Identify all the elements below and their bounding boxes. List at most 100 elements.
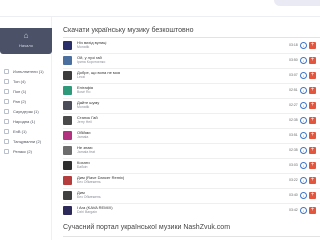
track-artist[interactable]: Без Обмежень	[77, 195, 101, 200]
row-divider	[63, 128, 320, 129]
plus-icon[interactable]: +	[309, 132, 316, 139]
relax-icon	[4, 149, 9, 154]
dance-icon	[4, 139, 9, 144]
portal-heading: Сучасний портал української музики NashZ…	[63, 224, 231, 231]
track-artist[interactable]: Бабкін	[77, 165, 88, 170]
track-cover	[63, 146, 72, 155]
track-artist[interactable]: Leczi	[77, 75, 85, 80]
row-divider	[63, 68, 320, 69]
row-divider	[63, 98, 320, 99]
plus-icon[interactable]: +	[309, 177, 316, 184]
track-cover	[63, 41, 72, 50]
track-row[interactable]: Епітафія Bosé Ro 02:51 ↓ +	[63, 85, 320, 97]
plus-icon[interactable]: +	[309, 207, 316, 214]
folk-icon	[4, 119, 9, 124]
track-row[interactable]: I Ara (KAVA REMIX) Dzhi Bargain 03:42 ↓ …	[63, 205, 320, 217]
sidebar-item-artists[interactable]: Изпълнители (1)	[4, 67, 52, 76]
track-cover	[63, 56, 72, 65]
track-artist[interactable]: Monatik	[77, 105, 89, 110]
track-row[interactable]: Дим Без Обмежень 03:40 ↓ +	[63, 190, 320, 202]
track-row[interactable]: Добре, що вона не моя Leczi 03:07 ↓ +	[63, 70, 320, 82]
sidebar-item-label: Рап (2)	[13, 99, 26, 104]
sidebar-item-soundtrack[interactable]: Саундтрак (1)	[4, 107, 52, 116]
track-duration: 02:51	[289, 88, 298, 92]
track-row[interactable]: Дайте шуму Monatik 02:27 ↓ +	[63, 100, 320, 112]
track-cover	[63, 101, 72, 110]
sidebar: ⌂ Начало Изпълнители (1) Топ (4) Поп (1)…	[0, 17, 52, 240]
account-button[interactable]	[274, 0, 320, 6]
music-icon	[4, 89, 9, 94]
track-cover	[63, 71, 72, 80]
row-divider	[63, 203, 320, 204]
download-icon[interactable]: ↓	[300, 162, 307, 169]
download-icon[interactable]: ↓	[300, 147, 307, 154]
track-row[interactable]: Кохати Бабкін 03:03 ↓ +	[63, 160, 320, 172]
sidebar-home[interactable]: ⌂ Начало	[0, 28, 52, 54]
track-cover	[63, 191, 72, 200]
download-icon[interactable]: ↓	[300, 102, 307, 109]
sidebar-item-label: Поп (1)	[13, 89, 27, 94]
sidebar-item-label: Изпълнители (1)	[13, 69, 44, 74]
sidebar-item-dance[interactable]: Танцувални (2)	[4, 137, 52, 146]
plus-icon[interactable]: +	[309, 72, 316, 79]
download-icon[interactable]: ↓	[300, 207, 307, 214]
plus-icon[interactable]: +	[309, 147, 316, 154]
track-row[interactable]: Ой, у лузі гай Ірина Коротоєнко 03:50 ↓ …	[63, 55, 320, 67]
track-duration: 03:07	[289, 73, 298, 77]
title-divider	[63, 37, 320, 38]
row-divider	[63, 158, 320, 159]
track-row[interactable]: Дим (Rave Dancer Remix) Без Обмежень 03:…	[63, 175, 320, 187]
track-cover	[63, 206, 72, 215]
sidebar-item-enb[interactable]: EnB (1)	[4, 127, 52, 136]
track-artist[interactable]: Jamala	[77, 135, 88, 140]
track-duration: 03:42	[289, 208, 298, 212]
plus-icon[interactable]: +	[309, 42, 316, 49]
plus-icon[interactable]: +	[309, 57, 316, 64]
track-row[interactable]: Не знаю Jamala feat 02:35 ↓ +	[63, 145, 320, 157]
download-icon[interactable]: ↓	[300, 87, 307, 94]
mic-icon	[4, 99, 9, 104]
note-icon	[4, 129, 9, 134]
track-artist[interactable]: Jamala feat	[77, 150, 95, 155]
plus-icon[interactable]: +	[309, 117, 316, 124]
row-divider	[63, 143, 320, 144]
plus-icon[interactable]: +	[309, 192, 316, 199]
track-row[interactable]: Станок Гай Jerry Heil 02:35 ↓ +	[63, 115, 320, 127]
plus-icon[interactable]: +	[309, 162, 316, 169]
download-icon[interactable]: ↓	[300, 192, 307, 199]
user-icon	[4, 69, 9, 74]
sidebar-item-label: Релакс (2)	[13, 149, 32, 154]
track-artist[interactable]: Ірина Коротоєнко	[77, 60, 105, 65]
track-duration: 02:35	[289, 148, 298, 152]
sidebar-item-pop[interactable]: Поп (1)	[4, 87, 52, 96]
sidebar-item-folk[interactable]: Народна (1)	[4, 117, 52, 126]
download-icon[interactable]: ↓	[300, 132, 307, 139]
track-artist[interactable]: Monatik	[77, 45, 89, 50]
download-icon[interactable]: ↓	[300, 117, 307, 124]
track-artist[interactable]: Без Обмежень	[77, 180, 101, 185]
home-label: Начало	[19, 43, 33, 48]
row-divider	[63, 113, 320, 114]
sidebar-item-relax[interactable]: Релакс (2)	[4, 147, 52, 156]
download-icon[interactable]: ↓	[300, 72, 307, 79]
track-duration: 02:27	[289, 103, 298, 107]
track-cover	[63, 116, 72, 125]
download-icon[interactable]: ↓	[300, 177, 307, 184]
row-divider	[63, 53, 320, 54]
track-artist[interactable]: Dzhi Bargain	[77, 210, 97, 215]
download-icon[interactable]: ↓	[300, 57, 307, 64]
track-artist[interactable]: Jerry Heil	[77, 120, 92, 125]
plus-icon[interactable]: +	[309, 87, 316, 94]
chart-icon	[4, 79, 9, 84]
track-row[interactable]: Обійми Jamala 03:51 ↓ +	[63, 130, 320, 142]
download-icon[interactable]: ↓	[300, 42, 307, 49]
film-icon	[4, 109, 9, 114]
sidebar-item-label: EnB (1)	[13, 129, 27, 134]
top-bar	[0, 0, 320, 17]
sidebar-item-rap[interactable]: Рап (2)	[4, 97, 52, 106]
track-row[interactable]: Ніч вихід вулиці Monatik 03:18 ↓ +	[63, 40, 320, 52]
track-duration: 03:40	[289, 193, 298, 197]
plus-icon[interactable]: +	[309, 102, 316, 109]
sidebar-item-top[interactable]: Топ (4)	[4, 77, 52, 86]
track-artist[interactable]: Bosé Ro	[77, 90, 90, 95]
